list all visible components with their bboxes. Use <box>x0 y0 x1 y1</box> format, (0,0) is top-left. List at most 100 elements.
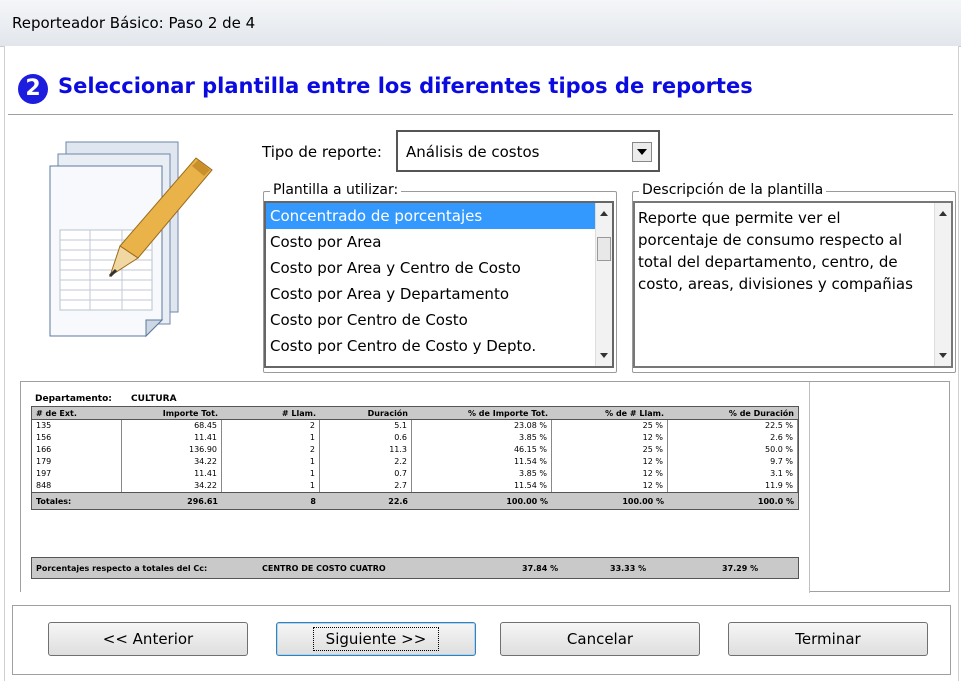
table-row: 848 34.22 1 2.7 11.54 % 12 % 11.9 % <box>32 480 798 492</box>
table-row: 197 11.41 1 0.7 3.85 % 12 % 3.1 % <box>32 468 798 480</box>
department-label: Departamento: <box>35 394 112 404</box>
table-cell: 23.08 % <box>412 420 552 432</box>
step-number-badge: 2 <box>18 74 48 104</box>
table-cell: 5.1 <box>320 420 412 432</box>
scroll-up-icon[interactable] <box>600 211 608 216</box>
table-cell: 34.22 <box>122 456 222 468</box>
report-type-select[interactable]: Análisis de costos <box>396 130 660 172</box>
table-cell: 12 % <box>552 480 668 492</box>
table-cell: 197 <box>32 468 122 480</box>
list-item[interactable]: Costo por Area y Centro de Costo <box>266 255 612 281</box>
report-type-value: Análisis de costos <box>406 143 540 161</box>
table-cell: 12 % <box>552 432 668 444</box>
percent-value: 37.29 % <box>722 564 759 573</box>
table-cell: 11.54 % <box>412 480 552 492</box>
chevron-down-icon[interactable] <box>632 142 652 162</box>
table-cell: 2 <box>222 420 320 432</box>
table-cell: 1 <box>222 456 320 468</box>
table-cell: 2.7 <box>320 480 412 492</box>
table-cell: 3.1 % <box>668 468 798 480</box>
table-cell: 1 <box>222 480 320 492</box>
col-header: Duración <box>367 408 408 418</box>
col-header: # de Ext. <box>36 408 77 418</box>
table-cell: 1 <box>222 432 320 444</box>
col-header: # Llam. <box>281 408 316 418</box>
col-header: % de # Llam. <box>605 408 664 418</box>
department-value: CULTURA <box>131 394 177 404</box>
col-header: % de Duración <box>728 408 794 418</box>
next-button[interactable]: Siguiente >> <box>276 622 476 656</box>
next-button-label: Siguiente >> <box>312 627 440 651</box>
list-item[interactable]: Costo por Area <box>266 229 612 255</box>
table-cell: 156 <box>32 432 122 444</box>
page-title: Seleccionar plantilla entre los diferent… <box>58 74 753 98</box>
preview-table-body: 135 68.45 2 5.1 23.08 % 25 % 22.5 % 156 11.41 1 0.… <box>32 420 798 492</box>
description-scrollbar[interactable] <box>934 203 951 366</box>
scroll-thumb[interactable] <box>597 237 611 261</box>
totals-cell: 22.6 <box>388 496 408 506</box>
table-cell: 2.6 % <box>668 432 798 444</box>
percent-label: Porcentajes respecto a totales del Cc: <box>36 564 208 573</box>
table-cell: 135 <box>32 420 122 432</box>
list-item[interactable]: Costo por Area y Departamento <box>266 281 612 307</box>
totals-cell: 100.00 % <box>506 496 548 506</box>
table-cell: 11.3 <box>320 444 412 456</box>
totals-cell: 8 <box>310 496 316 506</box>
template-list[interactable]: Concentrado de porcentajes Costo por Are… <box>264 201 614 368</box>
table-row: 156 11.41 1 0.6 3.85 % 12 % 2.6 % <box>32 432 798 444</box>
preview-table: # de Ext. Importe Tot. # Llam. Duración … <box>31 406 799 510</box>
scroll-up-icon[interactable] <box>939 211 947 216</box>
list-item[interactable]: Concentrado de porcentajes <box>266 203 612 229</box>
table-cell: 12 % <box>552 468 668 480</box>
percent-value: 33.33 % <box>610 564 647 573</box>
table-cell: 34.22 <box>122 480 222 492</box>
table-cell: 11.54 % <box>412 456 552 468</box>
cancel-button[interactable]: Cancelar <box>500 622 700 656</box>
description-text: Reporte que permite ver el porcentaje de… <box>638 209 913 293</box>
table-cell: 12 % <box>552 456 668 468</box>
table-cell: 1 <box>222 468 320 480</box>
table-cell: 0.6 <box>320 432 412 444</box>
report-type-label: Tipo de reporte: <box>262 143 382 161</box>
table-cell: 848 <box>32 480 122 492</box>
percent-cost-center: CENTRO DE COSTO CUATRO <box>262 564 386 573</box>
totals-cell: 100.0 % <box>757 496 794 506</box>
list-item[interactable]: Costo por Centro de Costo <box>266 307 612 333</box>
table-cell: 50.0 % <box>668 444 798 456</box>
table-cell: 11.41 <box>122 468 222 480</box>
preview-table-totals: Totales: 296.61 8 22.6 100.00 % 100.00 %… <box>32 492 798 509</box>
table-cell: 46.15 % <box>412 444 552 456</box>
title-bar: Reporteador Básico: Paso 2 de 4 <box>0 0 961 47</box>
table-cell: 179 <box>32 456 122 468</box>
template-group-label: Plantilla a utilizar: <box>270 182 402 198</box>
totals-cell: Totales: <box>36 496 72 506</box>
col-header: % de Importe Tot. <box>467 408 548 418</box>
report-preview-page: Departamento: CULTURA # de Ext. Importe … <box>21 382 810 593</box>
template-scrollbar[interactable] <box>595 203 612 366</box>
totals-cell: 296.61 <box>187 496 218 506</box>
window-title: Reporteador Básico: Paso 2 de 4 <box>12 14 256 32</box>
table-cell: 2.2 <box>320 456 412 468</box>
table-cell: 11.9 % <box>668 480 798 492</box>
table-cell: 0.7 <box>320 468 412 480</box>
report-preview: Departamento: CULTURA # de Ext. Importe … <box>20 381 950 593</box>
finish-button[interactable]: Terminar <box>728 622 928 656</box>
table-cell: 22.5 % <box>668 420 798 432</box>
table-cell: 25 % <box>552 444 668 456</box>
table-cell: 2 <box>222 444 320 456</box>
percent-row: Porcentajes respecto a totales del Cc: C… <box>31 557 799 579</box>
header-divider <box>8 114 953 116</box>
table-cell: 136.90 <box>122 444 222 456</box>
list-item[interactable]: Costo por Centro de Costo y Depto. <box>266 333 612 359</box>
col-header: Importe Tot. <box>162 408 218 418</box>
table-row: 166 136.90 2 11.3 46.15 % 25 % 50.0 % <box>32 444 798 456</box>
description-box[interactable]: Reporte que permite ver el porcentaje de… <box>633 201 953 368</box>
scroll-down-icon[interactable] <box>600 353 608 358</box>
back-button[interactable]: << Anterior <box>48 622 248 656</box>
table-cell: 166 <box>32 444 122 456</box>
department-line: Departamento: CULTURA <box>35 394 177 404</box>
table-cell: 11.41 <box>122 432 222 444</box>
table-cell: 3.85 % <box>412 432 552 444</box>
scroll-down-icon[interactable] <box>939 353 947 358</box>
table-row: 135 68.45 2 5.1 23.08 % 25 % 22.5 % <box>32 420 798 432</box>
